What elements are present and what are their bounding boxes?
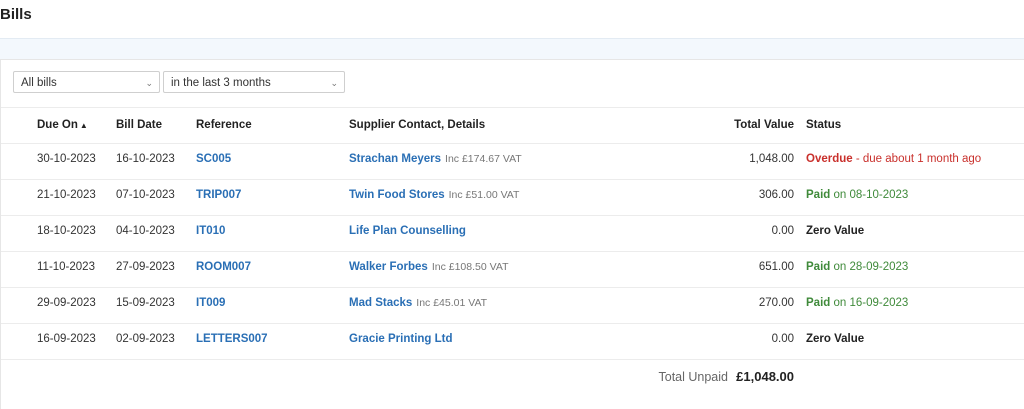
- status-cell: Zero Value: [806, 225, 864, 237]
- status-badge: Paid: [806, 189, 831, 201]
- status-badge: Overdue: [806, 153, 853, 165]
- bill-date-cell: 16-10-2023: [116, 153, 175, 165]
- status-badge: Zero Value: [806, 225, 865, 237]
- row-separator: [1, 179, 1024, 180]
- row-separator: [1, 359, 1024, 360]
- total-unpaid-value: £1,048.00: [736, 369, 794, 384]
- status-cell: Overdue - due about 1 month ago: [806, 153, 981, 165]
- row-separator: [1, 215, 1024, 216]
- bill-type-select[interactable]: All bills ⌄: [13, 71, 160, 93]
- due-on-cell: 29-09-2023: [37, 297, 96, 309]
- due-on-cell: 11-10-2023: [37, 261, 95, 273]
- bill-date-cell: 27-09-2023: [116, 261, 175, 273]
- period-select[interactable]: in the last 3 months ⌄: [163, 71, 345, 93]
- reference-link[interactable]: IT010: [196, 225, 225, 237]
- total-value-cell: 0.00: [771, 333, 794, 345]
- due-on-cell: 21-10-2023: [37, 189, 96, 201]
- column-header-total-value[interactable]: Total Value: [734, 119, 794, 131]
- supplier-link[interactable]: Gracie Printing Ltd: [349, 333, 453, 345]
- reference-link[interactable]: ROOM007: [196, 261, 251, 273]
- supplier-cell: Mad Stacks Inc £45.01 VAT: [349, 297, 487, 309]
- total-value-cell: 0.00: [771, 225, 794, 237]
- column-header-status[interactable]: Status: [806, 119, 841, 131]
- chevron-down-icon: ⌄: [145, 78, 153, 88]
- status-note: on 08-10-2023: [830, 189, 909, 201]
- sort-ascending-icon: ▲: [79, 121, 88, 130]
- status-note: on 16-09-2023: [830, 297, 909, 309]
- vat-detail: Inc £45.01 VAT: [416, 297, 488, 309]
- reference-link[interactable]: IT009: [196, 297, 225, 309]
- status-note: - due about 1 month ago: [852, 153, 982, 165]
- reference-link[interactable]: SC005: [196, 153, 231, 165]
- vat-detail: Inc £174.67 VAT: [445, 153, 522, 165]
- row-separator: [1, 143, 1024, 144]
- column-header-reference[interactable]: Reference: [196, 119, 252, 131]
- bill-date-cell: 04-10-2023: [116, 225, 175, 237]
- total-value-cell: 306.00: [758, 189, 794, 201]
- total-value-cell: 270.00: [758, 297, 794, 309]
- row-separator: [1, 107, 1024, 108]
- bill-date-cell: 02-09-2023: [116, 333, 175, 345]
- reference-link[interactable]: LETTERS007: [196, 333, 268, 345]
- row-separator: [1, 287, 1024, 288]
- status-badge: Paid: [806, 261, 831, 273]
- supplier-cell: Walker Forbes Inc £108.50 VAT: [349, 261, 509, 273]
- total-value-cell: 651.00: [758, 261, 794, 273]
- row-separator: [1, 323, 1024, 324]
- total-unpaid-label: Total Unpaid: [658, 370, 729, 384]
- supplier-link[interactable]: Twin Food Stores: [349, 189, 445, 201]
- supplier-cell: Strachan Meyers Inc £174.67 VAT: [349, 153, 522, 165]
- total-value-cell: 1,048.00: [749, 153, 794, 165]
- supplier-cell: Gracie Printing Ltd: [349, 333, 453, 345]
- supplier-link[interactable]: Strachan Meyers: [349, 153, 441, 165]
- status-cell: Paid on 16-09-2023: [806, 297, 908, 309]
- due-on-cell: 18-10-2023: [37, 225, 96, 237]
- column-header-supplier[interactable]: Supplier Contact, Details: [349, 119, 485, 131]
- vat-detail: Inc £51.00 VAT: [448, 189, 520, 201]
- toolbar-band: [0, 38, 1024, 60]
- status-cell: Paid on 08-10-2023: [806, 189, 908, 201]
- period-select-value: in the last 3 months: [171, 77, 271, 89]
- status-cell: Paid on 28-09-2023: [806, 261, 908, 273]
- supplier-link[interactable]: Mad Stacks: [349, 297, 412, 309]
- supplier-link[interactable]: Walker Forbes: [349, 261, 428, 273]
- row-separator: [1, 251, 1024, 252]
- reference-link[interactable]: TRIP007: [196, 189, 241, 201]
- due-on-cell: 30-10-2023: [37, 153, 96, 165]
- supplier-cell: Life Plan Counselling: [349, 225, 466, 237]
- bill-date-cell: 07-10-2023: [116, 189, 175, 201]
- status-note: on 28-09-2023: [830, 261, 909, 273]
- status-badge: Paid: [806, 297, 831, 309]
- page-title: Bills: [0, 6, 32, 23]
- column-header-due-on[interactable]: Due On ▲: [37, 119, 88, 131]
- vat-detail: Inc £108.50 VAT: [431, 261, 509, 273]
- bill-type-select-value: All bills: [21, 77, 57, 89]
- chevron-down-icon: ⌄: [330, 78, 338, 88]
- bill-date-cell: 15-09-2023: [116, 297, 175, 309]
- supplier-cell: Twin Food Stores Inc £51.00 VAT: [349, 189, 519, 201]
- status-badge: Zero Value: [806, 333, 865, 345]
- column-header-bill-date[interactable]: Bill Date: [116, 119, 162, 131]
- supplier-link[interactable]: Life Plan Counselling: [349, 225, 466, 237]
- status-cell: Zero Value: [806, 333, 864, 345]
- due-on-cell: 16-09-2023: [37, 333, 96, 345]
